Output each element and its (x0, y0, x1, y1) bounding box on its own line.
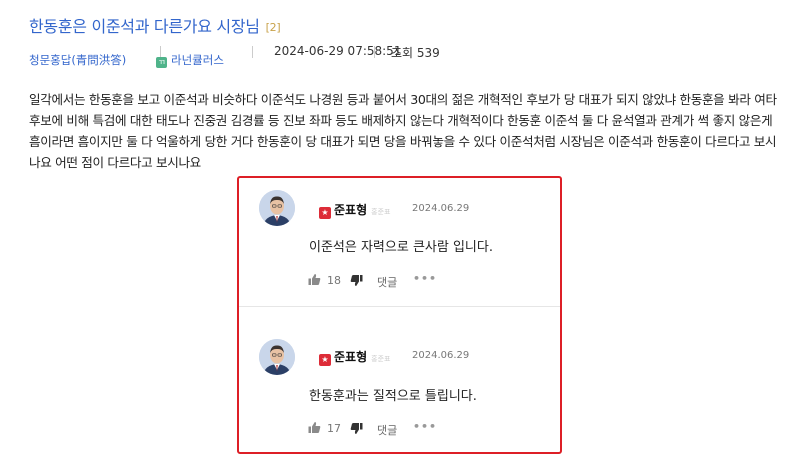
author-name[interactable]: 청문홍답(青問洪答) (29, 52, 126, 68)
avatar-portrait-icon (259, 339, 295, 375)
comment-count: [2] (265, 21, 281, 34)
post-title[interactable]: 한동훈은 이준석과 다른가요 시장님 [2] (29, 13, 281, 37)
star-badge-icon: ★ (319, 354, 331, 366)
like-count: 17 (327, 422, 341, 435)
comment-divider (239, 306, 560, 307)
comment-author-tag: 홍준표 (371, 208, 391, 216)
badge-label: 라넌큘러스 (171, 53, 224, 67)
author-badge: ㄲ 라넌큘러스 (156, 52, 224, 68)
post-body-line: 나요 어떤 점이 다르다고 보시나요 (29, 155, 201, 170)
thumbs-up-icon[interactable] (308, 421, 321, 437)
comment-item: ★ 준표형 홍준표 2024.06.29 한동훈과는 질적으로 틀립니다. 17 댓… (239, 326, 560, 451)
level-badge-icon: ㄲ (156, 57, 167, 68)
comment-list: ★ 준표형 홍준표 2024.06.29 이준석은 자력으로 큰사람 입니다. 18… (237, 176, 562, 454)
star-badge-icon: ★ (319, 207, 331, 219)
comment-author[interactable]: ★ 준표형 홍준표 (319, 348, 390, 366)
comment-author-name[interactable]: 준표형 (334, 350, 367, 364)
comment-date: 2024.06.29 (412, 350, 470, 361)
comment-author-name[interactable]: 준표형 (334, 203, 367, 217)
thumbs-down-icon[interactable] (350, 274, 363, 290)
thumbs-up-icon[interactable] (308, 273, 321, 289)
reply-button[interactable]: 댓글 (377, 274, 397, 290)
comment-text: 이준석은 자력으로 큰사람 입니다. (309, 240, 493, 255)
comment-author-tag: 홍준표 (371, 355, 391, 363)
avatar-portrait-icon (259, 190, 295, 226)
post-meta: 청문홍답(青問洪答) ㄲ 라넌큘러스 2024-06-29 07:58:51 조회… (29, 44, 789, 68)
comment-item: ★ 준표형 홍준표 2024.06.29 이준석은 자력으로 큰사람 입니다. 18… (239, 178, 560, 303)
avatar[interactable] (259, 339, 295, 375)
like-count: 18 (327, 274, 341, 287)
view-count: 조회 539 (391, 46, 440, 60)
comment-date: 2024.06.29 (412, 203, 470, 214)
post-body-line: 후보에 비해 특검에 대한 태도나 진중권 김경률 등 진보 좌파 등도 배제하… (29, 113, 773, 128)
more-options-icon[interactable]: ••• (413, 420, 437, 433)
post-body: 일각에서는 한동훈을 보고 이준석과 비슷하다 이준석도 나경원 등과 붙어서 … (29, 89, 779, 173)
reply-button[interactable]: 댓글 (377, 422, 397, 438)
post-body-line: 일각에서는 한동훈을 보고 이준석과 비슷하다 이준석도 나경원 등과 붙어서 … (29, 92, 777, 107)
divider (374, 46, 375, 58)
comment-text: 한동훈과는 질적으로 틀립니다. (309, 389, 477, 404)
more-options-icon[interactable]: ••• (413, 272, 437, 285)
post-title-text[interactable]: 한동훈은 이준석과 다른가요 시장님 (29, 17, 260, 36)
post-date: 2024-06-29 07:58:51 (274, 44, 402, 58)
thumbs-down-icon[interactable] (350, 422, 363, 438)
comment-author[interactable]: ★ 준표형 홍준표 (319, 201, 390, 219)
post-body-line: 흠이라면 흠이지만 둘 다 억울하게 당한 거다 한동훈이 당 대표가 되면 당… (29, 134, 777, 149)
divider (252, 46, 253, 58)
avatar[interactable] (259, 190, 295, 226)
